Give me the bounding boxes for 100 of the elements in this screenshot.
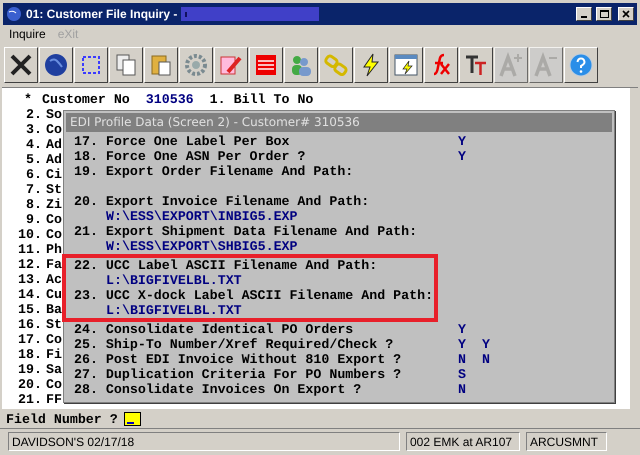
window-lightning-icon — [393, 52, 419, 78]
field-label: Ad — [46, 152, 62, 167]
field-number: 2. — [25, 107, 42, 122]
field-label: Zi — [46, 197, 62, 212]
gear-icon — [183, 52, 209, 78]
window-title: 01: Customer File Inquiry - — [26, 6, 178, 23]
status-panel: 002 EMK at AR107 — [406, 432, 520, 451]
field-value: Y — [482, 337, 491, 352]
prompt-label: Field Number ? — [6, 412, 118, 426]
field-value: Y — [458, 322, 467, 337]
field-value: N — [482, 352, 491, 367]
field-label: FF — [46, 392, 62, 407]
toolbar-button[interactable] — [424, 47, 458, 83]
field-label: Co — [46, 212, 62, 227]
field-label: 27. Duplication Criteria For PO Numbers ? — [74, 367, 402, 382]
field-number: 15. — [17, 302, 42, 317]
maximize-button[interactable] — [596, 7, 612, 21]
field-label: St — [46, 182, 62, 197]
list-icon — [253, 52, 279, 78]
field-label: 20. Export Invoice Filename And Path: — [74, 194, 370, 209]
toolbar-button[interactable] — [74, 47, 108, 83]
field-value: Y — [458, 149, 467, 164]
close-icon — [8, 52, 34, 78]
toolbar-button[interactable] — [4, 47, 38, 83]
toolbar-button[interactable] — [179, 47, 213, 83]
field-label: 28. Consolidate Invoices On Export ? — [74, 382, 362, 397]
field-number: 13. — [17, 272, 42, 287]
field-label: Co — [46, 332, 62, 347]
globe-icon — [43, 52, 69, 78]
field-number: 7. — [25, 182, 42, 197]
toolbar-button[interactable] — [39, 47, 73, 83]
field-value: N — [458, 382, 467, 397]
font-increase-icon — [498, 52, 524, 78]
toolbar-button[interactable] — [564, 47, 598, 83]
status-panel: DAVIDSON'S 02/17/18 — [8, 432, 400, 451]
field-number: 6. — [25, 167, 42, 182]
marker: * — [23, 92, 33, 107]
field-label: 1. Bill To No — [210, 92, 314, 107]
field-label: Fi — [46, 347, 62, 362]
field-number: 5. — [25, 152, 42, 167]
status-panel: ARCUSMNT — [526, 432, 607, 451]
toolbar-button[interactable] — [319, 47, 353, 83]
file-path: W:\ESS\EXPORT\INBIG5.EXP — [106, 209, 298, 224]
field-value: N — [458, 352, 467, 367]
field-number: 19. — [17, 362, 42, 377]
close-icon — [622, 10, 630, 18]
field-number: 12. — [17, 257, 42, 272]
file-path: L:\BIGFIVELBL.TXT — [106, 303, 242, 318]
help-icon — [568, 52, 594, 78]
field-value: Y — [458, 134, 467, 149]
customer-number: 310536 — [146, 92, 194, 107]
field-label: Ci — [46, 167, 62, 182]
toolbar-button[interactable] — [144, 47, 178, 83]
field-label: 22. UCC Label ASCII Filename And Path: — [74, 258, 378, 273]
field-number: 17. — [17, 332, 42, 347]
toolbar-button[interactable] — [389, 47, 423, 83]
toolbar-button[interactable] — [214, 47, 248, 83]
field-value: S — [458, 367, 467, 382]
field-number: 14. — [17, 287, 42, 302]
field-number: 4. — [25, 137, 42, 152]
toolbar-button[interactable] — [109, 47, 143, 83]
field-label: 25. Ship-To Number/Xref Required/Check ? — [74, 337, 394, 352]
toolbar-button[interactable] — [459, 47, 493, 83]
link-icon — [323, 52, 349, 78]
field-number: 18. — [17, 347, 42, 362]
field-label: Fa — [46, 257, 62, 272]
field-number: 16. — [17, 317, 42, 332]
toolbar-button[interactable] — [249, 47, 283, 83]
field-label: So — [46, 107, 62, 122]
field-number: 8. — [25, 197, 42, 212]
field-number: 20. — [17, 377, 42, 392]
toolbar-button[interactable] — [354, 47, 388, 83]
field-label: 18. Force One ASN Per Order ? — [74, 149, 306, 164]
field-label: Ph — [46, 242, 62, 257]
field-label: St — [46, 317, 62, 332]
field-label: Ba — [46, 302, 62, 317]
field-label: Sa — [46, 362, 62, 377]
close-button[interactable] — [618, 7, 634, 21]
toolbar-button[interactable] — [284, 47, 318, 83]
field-label: 21. Export Shipment Data Filename And Path: — [74, 224, 418, 239]
field-number: 10. — [17, 227, 42, 242]
field-number: 21. — [17, 392, 42, 407]
dialog-title: EDI Profile Data (Screen 2) - Customer# 310536 — [66, 113, 612, 132]
font-decrease-icon — [533, 52, 559, 78]
field-label: Co — [46, 122, 62, 137]
field-label: Ac — [46, 272, 62, 287]
field-number: 11. — [17, 242, 42, 257]
field-value: Y — [458, 337, 467, 352]
field-label: Co — [46, 377, 62, 392]
file-path: L:\BIGFIVELBL.TXT — [106, 273, 242, 288]
minimize-button[interactable] — [576, 7, 592, 21]
input-field[interactable] — [124, 412, 141, 426]
field-label: Co — [46, 227, 62, 242]
field-label: 26. Post EDI Invoice Without 810 Export ? — [74, 352, 402, 367]
field-number: 3. — [25, 122, 42, 137]
menu-item[interactable]: Inquire — [9, 25, 46, 43]
field-label: 17. Force One Label Per Box — [74, 134, 290, 149]
field-label: Ad — [46, 137, 62, 152]
file-path: W:\ESS\EXPORT\SHBIG5.EXP — [106, 239, 298, 254]
field-label: 24. Consolidate Identical PO Orders — [74, 322, 354, 337]
